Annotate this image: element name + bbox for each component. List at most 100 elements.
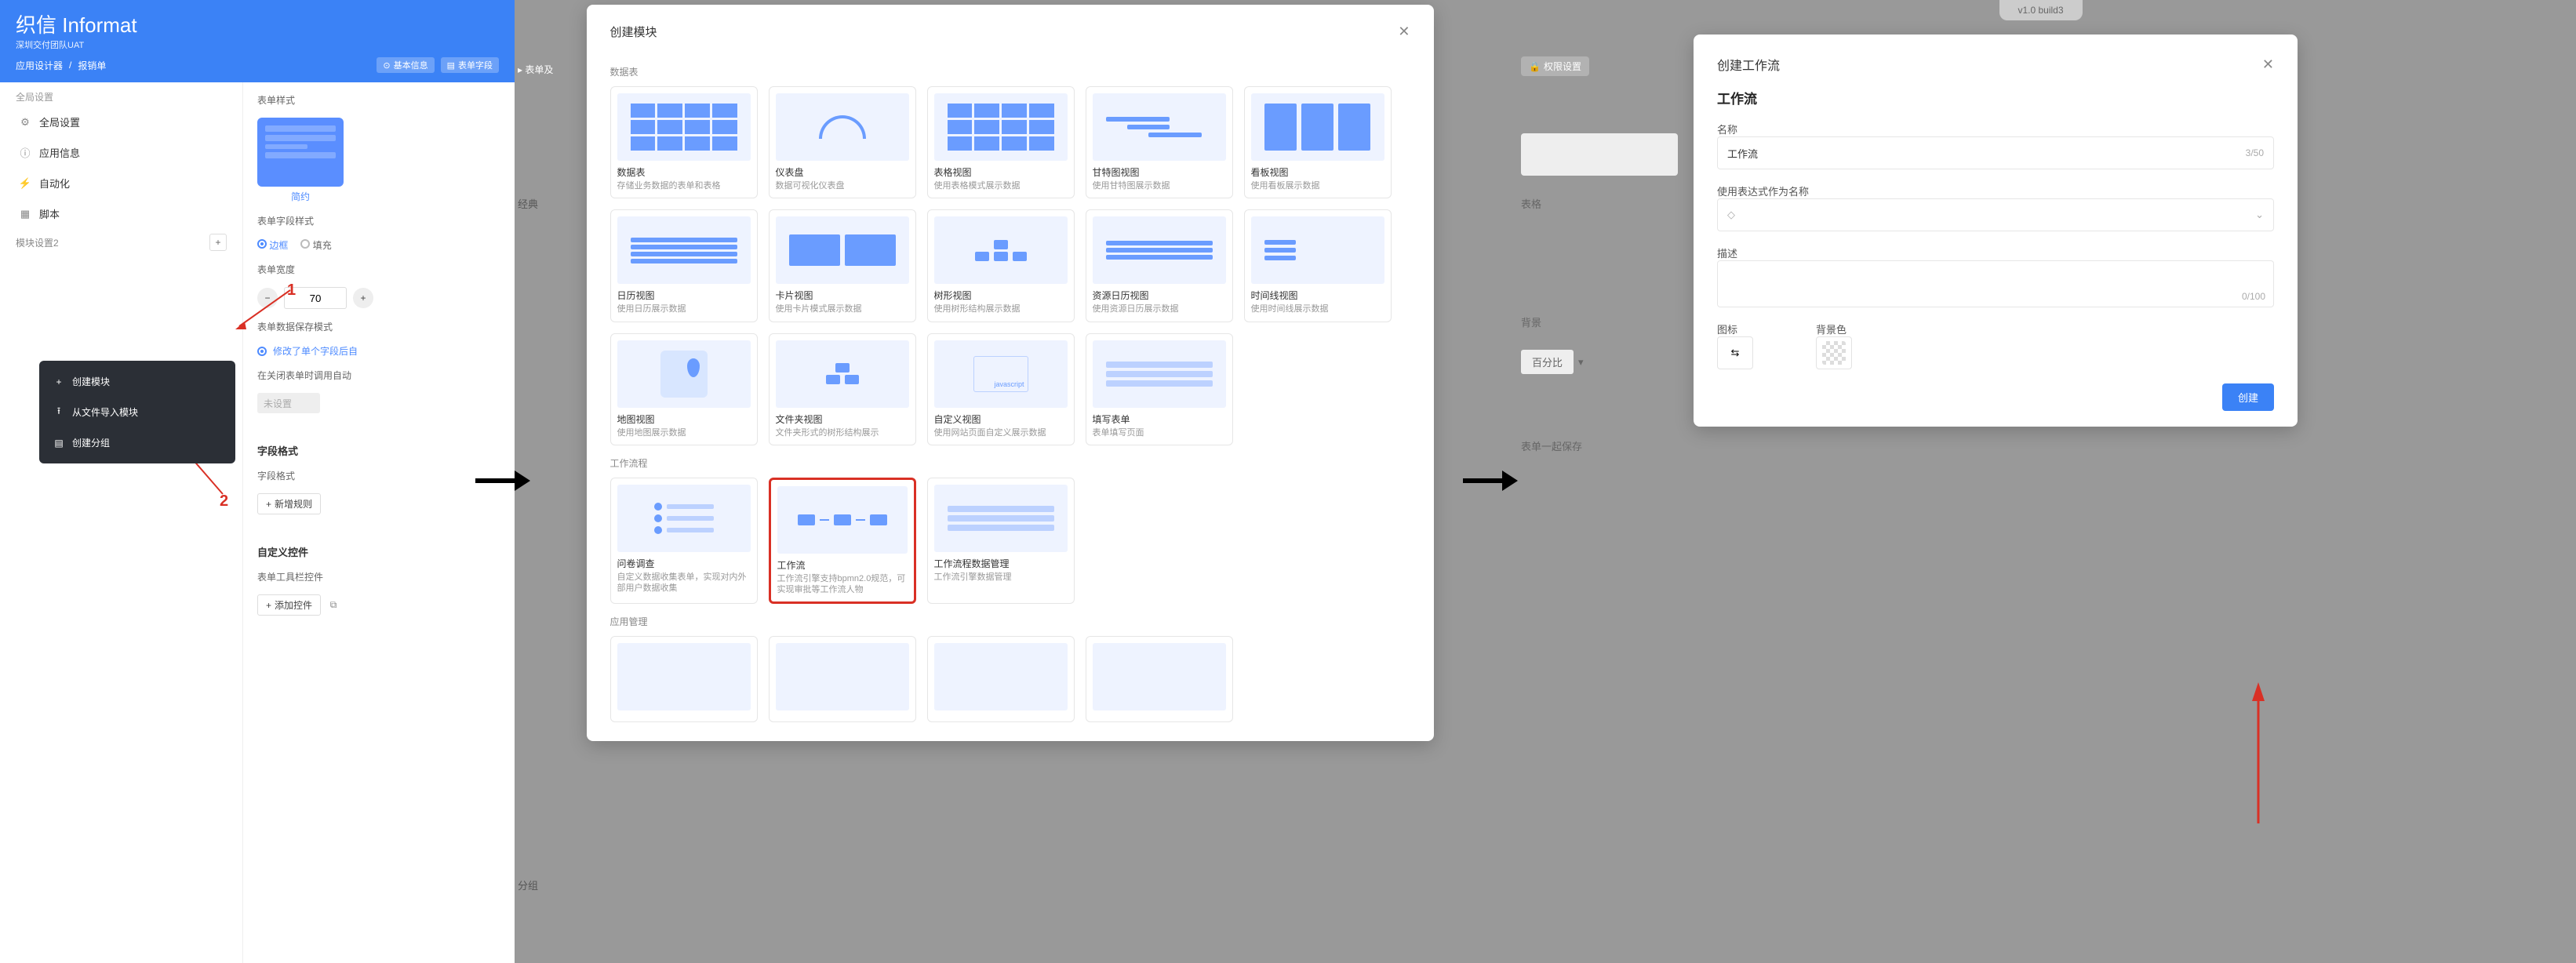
bg-tab-fragment: ▸ 表单及	[518, 63, 553, 76]
right-settings-panel: 表单样式 简约 表单字段样式 边框 填充 表单宽度 − + 表单数据保存模式 修…	[243, 82, 515, 963]
ctx-create-group[interactable]: ▤创建分组	[39, 428, 235, 457]
tab-basic-info[interactable]: ⊙ 基本信息	[377, 57, 434, 73]
arrow-step-1to2	[475, 467, 530, 494]
create-button[interactable]: 创建	[2222, 383, 2274, 411]
arrow-step-2to3	[1463, 467, 1518, 494]
desc-label: 描述	[1717, 245, 2274, 260]
bgcolor-picker[interactable]	[1816, 336, 1852, 369]
bgcolor-label: 背景色	[1816, 322, 1852, 336]
bg-text-classic: 经典	[518, 196, 538, 211]
card-app-1[interactable]	[610, 636, 758, 722]
card-gantt[interactable]: 甘特图视图使用甘特图展示数据	[1086, 86, 1233, 198]
radio-fill[interactable]: 填充	[300, 238, 331, 252]
card-folder-view[interactable]: 文件夹视图文件夹形式的树形结构展示	[769, 333, 916, 445]
card-app-4[interactable]	[1086, 636, 1233, 722]
group-app-mgmt: 应用管理	[610, 615, 1410, 628]
radio-icon	[257, 239, 267, 249]
expression-label: 使用表达式作为名称	[1717, 184, 2274, 198]
code-icon: ▦	[19, 208, 31, 220]
close-auto-value[interactable]: 未设置	[257, 393, 320, 413]
field-format-sub: 字段格式	[257, 469, 500, 482]
form-width-title: 表单宽度	[257, 263, 500, 276]
arrow-to-create	[2243, 674, 2337, 831]
card-kanban[interactable]: 看板视图使用看板展示数据	[1244, 86, 1392, 198]
copy-icon[interactable]: ⧉	[327, 599, 340, 612]
card-dashboard[interactable]: 仪表盘数据可视化仪表盘	[769, 86, 916, 198]
version-badge: v1.0 build3	[1999, 0, 2082, 20]
brand-title: 织信 Informat	[16, 9, 499, 38]
toolbar-control-sub: 表单工具栏控件	[257, 570, 500, 583]
hint-table: 表格	[1521, 196, 1678, 211]
sidebar-item-script[interactable]: ▦脚本	[0, 198, 242, 229]
add-module-context-menu: +创建模块 ⭱从文件导入模块 ▤创建分组	[39, 361, 235, 463]
radio-icon	[300, 239, 310, 249]
transparent-swatch	[1822, 341, 1846, 365]
add-control-button[interactable]: + 添加控件	[257, 594, 321, 616]
icon-picker[interactable]: ⇆	[1717, 336, 1753, 369]
lock-icon: 🔒	[1529, 61, 1541, 72]
style-preview-card[interactable]	[257, 118, 344, 187]
gear-icon: ⚙	[19, 116, 31, 129]
workflow-icon: ⇆	[1731, 347, 1740, 359]
app-header: 织信 Informat 深圳交付团队UAT 应用设计器 / 报销单 ⊙ 基本信息…	[0, 0, 515, 82]
crumb-designer[interactable]: 应用设计器	[16, 59, 63, 72]
bolt-icon: ⚡	[19, 177, 31, 190]
card-tree-view[interactable]: 树形视图使用树形结构展示数据	[927, 209, 1075, 322]
hint-percent[interactable]: 百分比	[1521, 350, 1574, 374]
card-app-2[interactable]	[769, 636, 916, 722]
tab-form-fields[interactable]: ▤ 表单字段	[441, 57, 499, 73]
folder-icon: ▤	[53, 438, 64, 449]
card-app-3[interactable]	[927, 636, 1075, 722]
group-workflow: 工作流程	[610, 456, 1410, 470]
add-module-button[interactable]: +	[209, 234, 227, 251]
ctx-create-module[interactable]: +创建模块	[39, 367, 235, 396]
crumb-form-name: 报销单	[78, 59, 106, 72]
group-data-table: 数据表	[610, 65, 1410, 78]
brand-subtitle: 深圳交付团队UAT	[16, 38, 499, 51]
icon-label: 图标	[1717, 322, 1753, 336]
card-table-view[interactable]: 表格视图使用表格模式展示数据	[927, 86, 1075, 198]
style-name: 简约	[257, 190, 344, 203]
sidebar-item-global[interactable]: ⚙全局设置	[0, 107, 242, 137]
section-global: 全局设置	[0, 82, 242, 107]
desc-textarea[interactable]: 0/100	[1717, 260, 2274, 307]
card-workflow[interactable]: 工作流工作流引擎支持bpmn2.0规范，可实现审批等工作流人物	[769, 478, 916, 605]
modal3-title: 创建工作流	[1717, 55, 1780, 74]
field-format-title: 字段格式	[257, 443, 500, 458]
card-workflow-data[interactable]: 工作流程数据管理工作流引擎数据管理	[927, 478, 1075, 605]
name-label: 名称	[1717, 122, 2274, 136]
field-style-title: 表单字段样式	[257, 214, 500, 227]
chevron-down-icon: ▾	[1578, 356, 1584, 369]
create-workflow-modal: 创建工作流 ✕ 工作流 名称 工作流 3/50 使用表达式作为名称 ◇ ⌄ 描述…	[1694, 35, 2298, 427]
card-resource-calendar[interactable]: 资源日历视图使用资源日历展示数据	[1086, 209, 1233, 322]
width-increment[interactable]: +	[353, 288, 373, 308]
ctx-import-module[interactable]: ⭱从文件导入模块	[39, 396, 235, 428]
form-style-title: 表单样式	[257, 93, 500, 107]
card-data-table[interactable]: 数据表存储业务数据的表单和表格	[610, 86, 758, 198]
close-icon[interactable]: ✕	[1398, 24, 1410, 40]
tab-permission[interactable]: 🔒权限设置	[1521, 56, 1589, 76]
card-card-view[interactable]: 卡片视图使用卡片模式展示数据	[769, 209, 916, 322]
name-input[interactable]: 工作流 3/50	[1717, 136, 2274, 169]
expression-select[interactable]: ◇ ⌄	[1717, 198, 2274, 231]
sidebar-item-appinfo[interactable]: ⓘ应用信息	[0, 137, 242, 168]
name-counter: 3/50	[2246, 147, 2264, 158]
create-module-modal: 创建模块 ✕ 数据表 数据表存储业务数据的表单和表格 仪表盘数据可视化仪表盘 表…	[587, 5, 1434, 741]
chevron-down-icon: ⌄	[2255, 209, 2264, 221]
desc-counter: 0/100	[2242, 291, 2265, 302]
card-custom-view[interactable]: javascript自定义视图使用网站页面自定义展示数据	[927, 333, 1075, 445]
bg-text-group: 分组	[518, 878, 538, 892]
bg-hints: 表格 背景 百分比▾ 表单一起保存	[1521, 133, 1678, 453]
card-map-view[interactable]: 地图视图使用地图展示数据	[610, 333, 758, 445]
close-icon[interactable]: ✕	[2262, 56, 2274, 73]
radio-border[interactable]: 边框	[257, 238, 288, 252]
plus-icon: +	[53, 376, 64, 387]
custom-control-title: 自定义控件	[257, 544, 500, 559]
sidebar-item-automation[interactable]: ⚡自动化	[0, 168, 242, 198]
arrow-1	[235, 282, 329, 376]
card-timeline[interactable]: 时间线视图使用时间线展示数据	[1244, 209, 1392, 322]
card-survey[interactable]: 问卷调查自定义数据收集表单，实现对内外部用户数据收集	[610, 478, 758, 605]
card-calendar[interactable]: 日历视图使用日历展示数据	[610, 209, 758, 322]
card-fill-form[interactable]: 填写表单表单填写页面	[1086, 333, 1233, 445]
breadcrumb: 应用设计器 / 报销单 ⊙ 基本信息 ▤ 表单字段	[16, 57, 499, 73]
